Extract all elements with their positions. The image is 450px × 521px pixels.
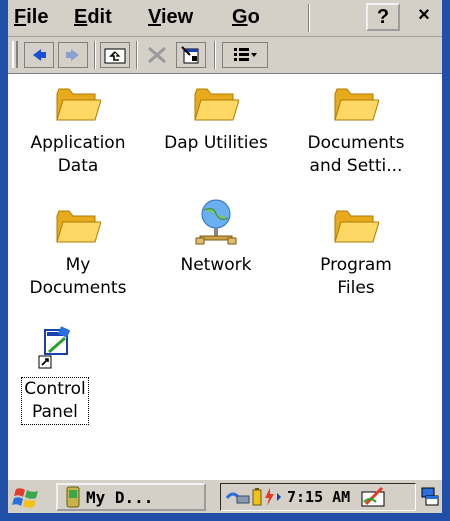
- taskbar: My D... 7:15 AM: [8, 478, 442, 513]
- system-tray: 7:15 AM: [220, 483, 416, 511]
- control-panel-shortcut[interactable]: Control Panel: [12, 326, 98, 425]
- task-label: My D...: [86, 487, 154, 507]
- toolbar-grip[interactable]: [12, 41, 18, 68]
- folder-program-files[interactable]: Program Files: [286, 206, 426, 300]
- toolbar: [8, 37, 442, 74]
- file-list: Application Data Dap Utilities Documents a…: [8, 74, 442, 474]
- close-button[interactable]: ×: [406, 3, 442, 31]
- view-options-button[interactable]: [222, 42, 268, 68]
- folder-icon: [334, 210, 379, 243]
- delete-button[interactable]: [142, 42, 172, 68]
- expand-arrow-icon[interactable]: [275, 487, 283, 507]
- menu-file[interactable]: File: [14, 6, 48, 29]
- folder-icon: [334, 88, 379, 121]
- back-button[interactable]: [24, 42, 54, 68]
- network-status-icon[interactable]: [225, 488, 251, 506]
- toolbar-separator: [214, 41, 216, 69]
- network-icon: [195, 199, 237, 245]
- folder-icon: [194, 88, 239, 121]
- menu-go[interactable]: Go: [232, 6, 260, 29]
- up-folder-icon: [104, 48, 126, 64]
- folder-my-documents[interactable]: My Documents: [8, 206, 148, 300]
- menu-separator: [308, 4, 310, 32]
- properties-button[interactable]: [176, 42, 206, 68]
- task-button-my-documents[interactable]: My D...: [56, 483, 206, 511]
- back-icon: [33, 49, 46, 61]
- input-panel-icon[interactable]: [360, 486, 388, 508]
- control-panel-shortcut-icon: [38, 326, 71, 369]
- view-options-icon: [234, 48, 257, 61]
- toolbar-separator: [94, 41, 96, 69]
- delete-icon: [148, 46, 166, 64]
- item-label: Network: [180, 255, 252, 275]
- menu-view[interactable]: View: [148, 6, 193, 29]
- toolbar-separator: [136, 41, 138, 69]
- clock[interactable]: 7:15 AM: [287, 488, 350, 506]
- folder-icon: [56, 210, 101, 243]
- folder-application-data[interactable]: Application Data: [8, 84, 148, 178]
- item-label: Dap Utilities: [164, 133, 268, 153]
- network-item[interactable]: Network: [146, 198, 286, 277]
- item-label: Application Data: [30, 133, 126, 176]
- switch-window-icon[interactable]: [420, 486, 440, 508]
- item-label: My Documents: [29, 255, 127, 298]
- menu-edit[interactable]: Edit: [74, 6, 112, 29]
- forward-button[interactable]: [58, 42, 88, 68]
- menu-bar: File Edit View Go ? ×: [8, 0, 442, 37]
- properties-icon: [181, 46, 199, 64]
- folder-icon: [56, 88, 101, 121]
- forward-icon: [66, 49, 79, 61]
- device-icon: [66, 486, 80, 508]
- folder-documents-and-settings[interactable]: Documents and Setti...: [286, 84, 426, 178]
- item-label: Documents and Setti...: [307, 133, 405, 176]
- help-button[interactable]: ?: [366, 3, 400, 31]
- up-folder-button[interactable]: [100, 42, 130, 68]
- item-label: Program Files: [320, 255, 392, 298]
- power-icon[interactable]: [263, 487, 275, 507]
- folder-dap-utilities[interactable]: Dap Utilities: [146, 84, 286, 155]
- start-icon[interactable]: [12, 485, 42, 509]
- battery-icon[interactable]: [251, 487, 263, 507]
- item-label: Control Panel: [21, 377, 89, 425]
